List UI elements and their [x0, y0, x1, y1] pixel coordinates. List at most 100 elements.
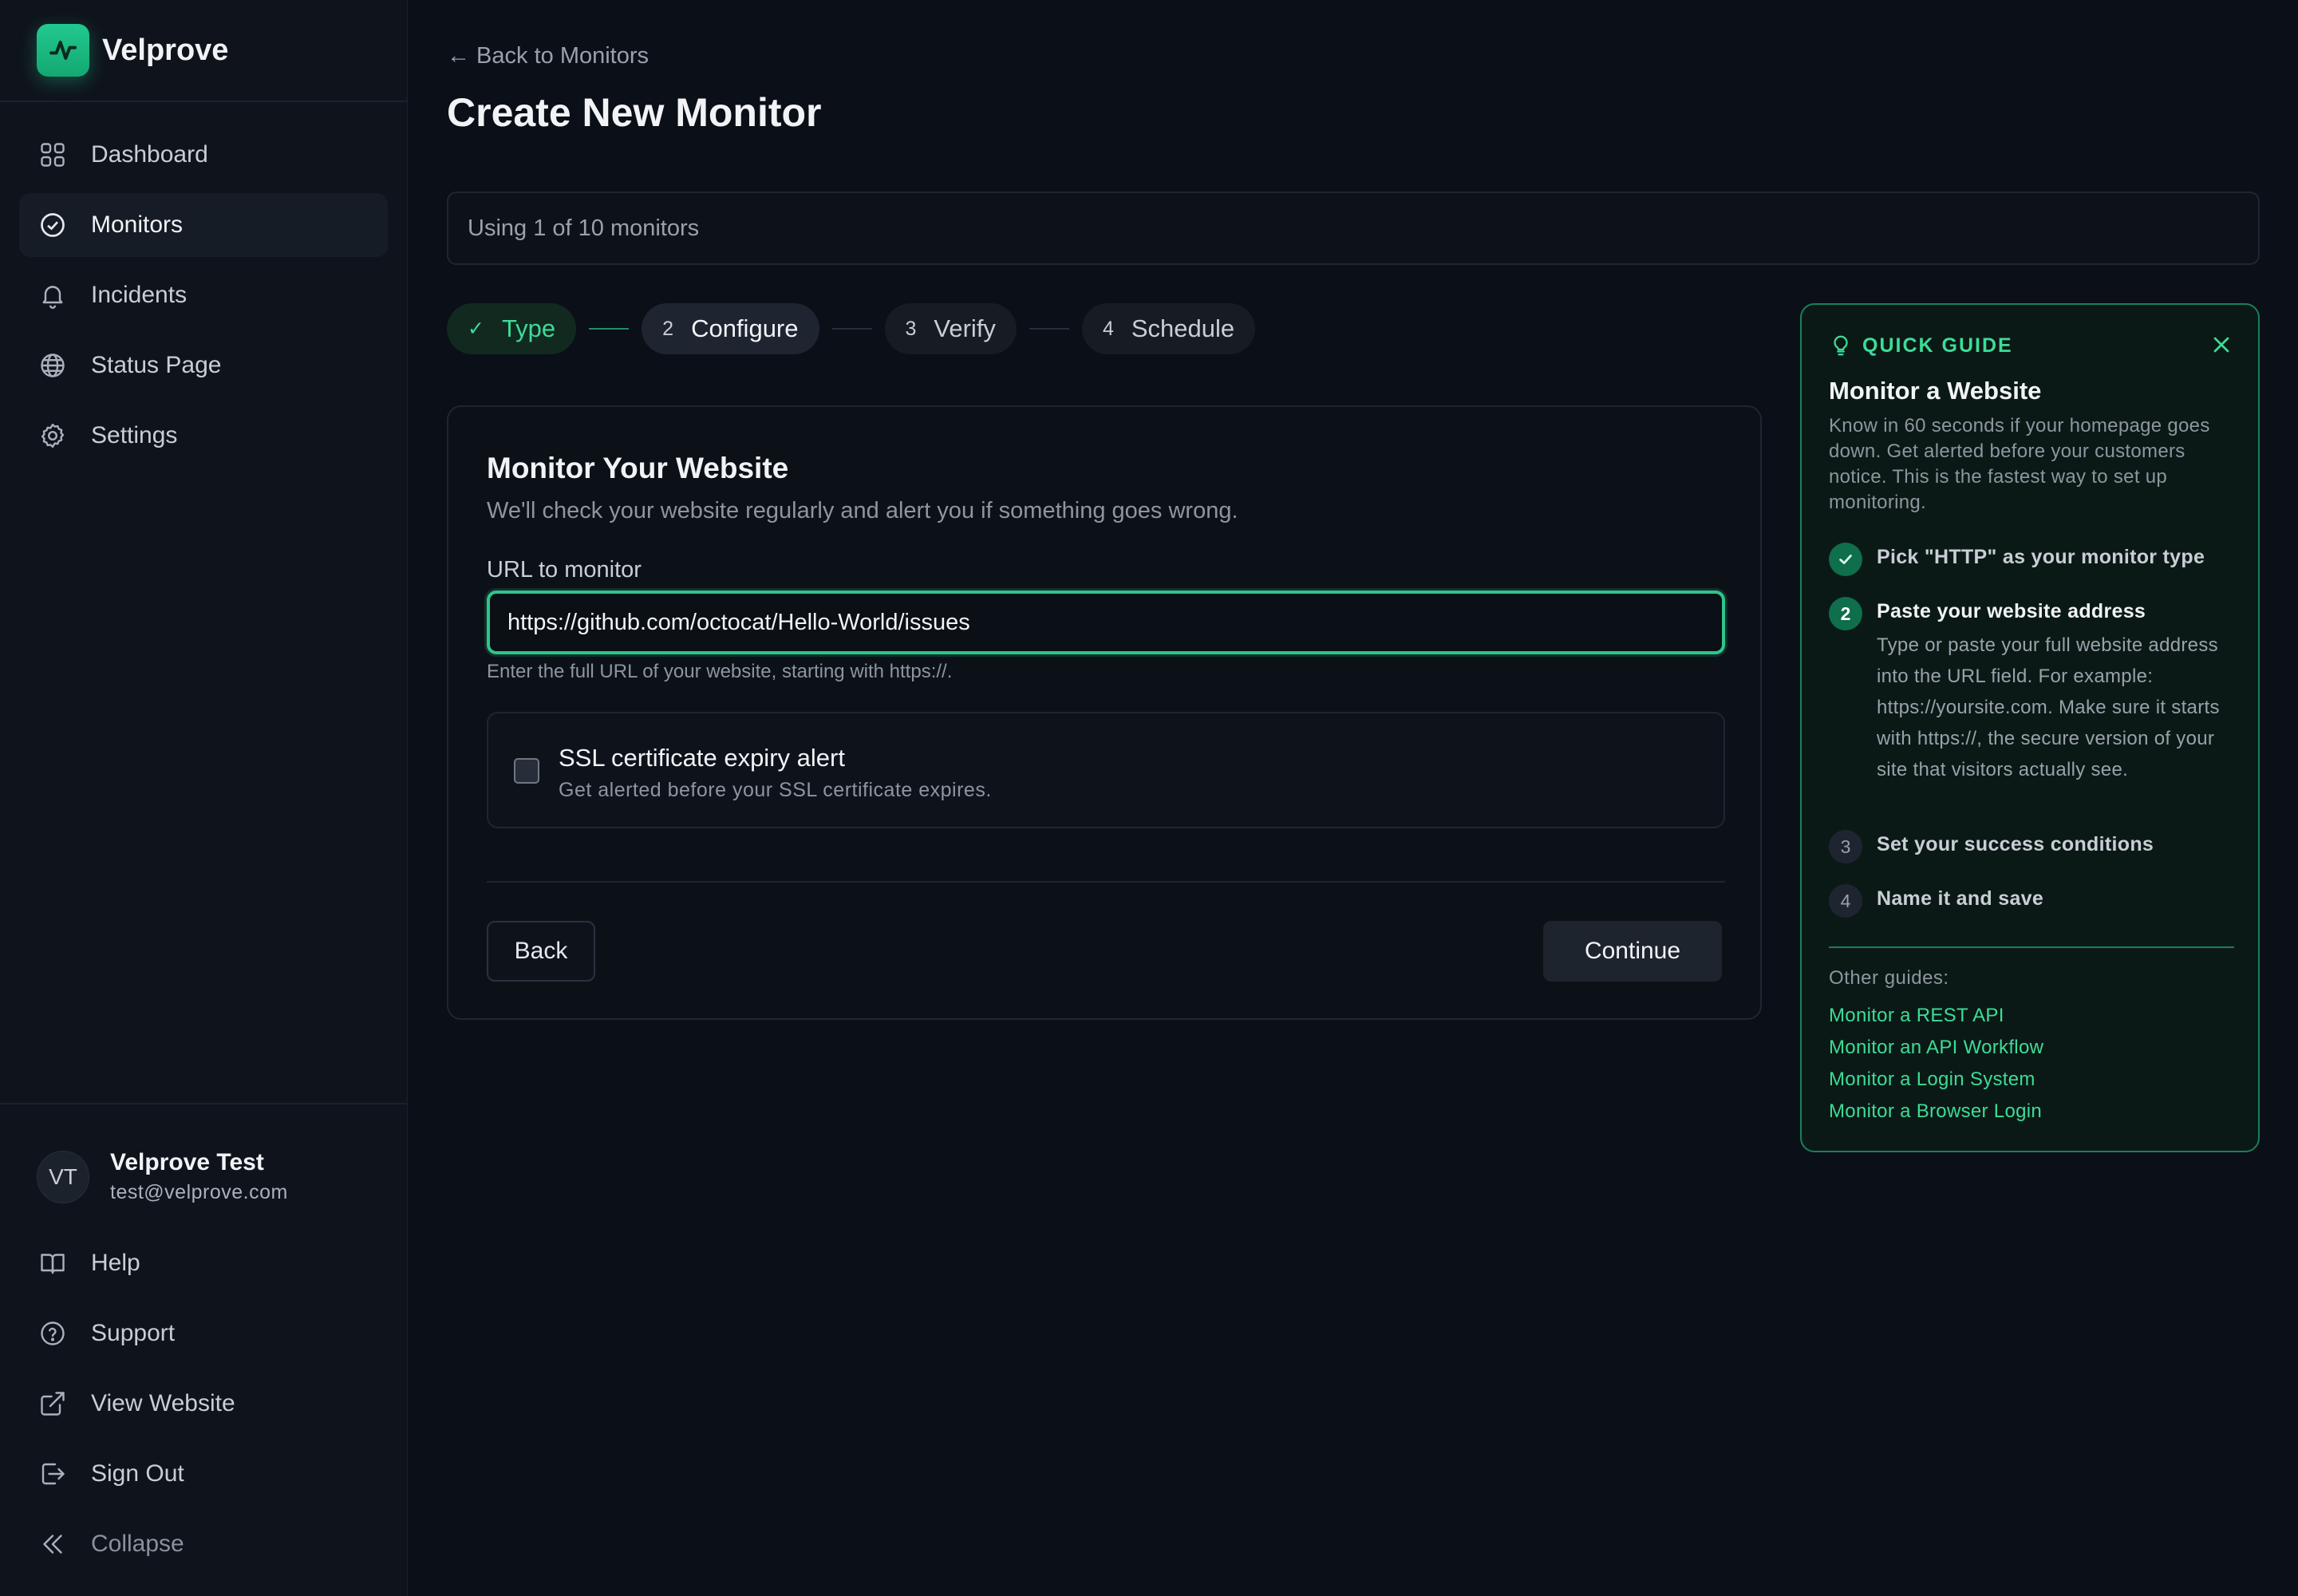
bell-icon: [38, 281, 67, 310]
guide-link-api-workflow[interactable]: Monitor an API Workflow: [1829, 1036, 2043, 1068]
step-number-badge: 3: [1829, 830, 1862, 863]
user-info: Velprove Test test@velprove.com: [110, 1149, 288, 1204]
grid-icon: [38, 140, 67, 169]
quick-guide-panel: QUICK GUIDE Monitor a Website Know in 60…: [1800, 303, 2260, 1152]
url-input[interactable]: [487, 591, 1725, 654]
stepper: ✓ Type 2 Configure 3 Verify 4 Schedule: [447, 303, 1256, 354]
user-email: test@velprove.com: [110, 1181, 288, 1203]
lightbulb-icon: [1829, 332, 1853, 359]
step-label: Verify: [934, 314, 996, 342]
card-subtitle: We'll check your website regularly and a…: [487, 498, 1238, 523]
pulse-logo-icon: [37, 24, 89, 77]
ssl-option-title: SSL certificate expiry alert: [559, 744, 845, 772]
check-circle-icon: [38, 211, 67, 239]
guide-step-text: Paste your website address Type or paste…: [1877, 597, 2228, 785]
help-link[interactable]: Help: [19, 1228, 388, 1298]
guide-link-rest-api[interactable]: Monitor a REST API: [1829, 1004, 2043, 1036]
guide-step-3: 3 Set your success conditions: [1829, 830, 2154, 863]
gear-icon: [38, 421, 67, 450]
sidebar-item-incidents[interactable]: Incidents: [19, 263, 388, 327]
guide-step-title: Pick "HTTP" as your monitor type: [1877, 546, 2205, 568]
ssl-checkbox[interactable]: [514, 758, 539, 784]
sidebar-nav: Dashboard Monitors Incidents Status Page…: [0, 102, 407, 468]
sidebar-item-label: Dashboard: [91, 141, 208, 168]
sidebar-item-dashboard[interactable]: Dashboard: [19, 123, 388, 187]
collapse-button[interactable]: Collapse: [19, 1509, 388, 1579]
guide-step-4: 4 Name it and save: [1829, 884, 2043, 918]
url-field-label: URL to monitor: [487, 557, 642, 583]
guide-link-login-system[interactable]: Monitor a Login System: [1829, 1068, 2043, 1100]
external-link-icon: [38, 1389, 67, 1418]
step-type[interactable]: ✓ Type: [447, 303, 577, 354]
guide-step-text: Name it and save: [1877, 884, 2043, 918]
guide-title: Monitor a Website: [1829, 377, 2042, 405]
guide-step-1: Pick "HTTP" as your monitor type: [1829, 543, 2205, 576]
sidebar-item-status-page[interactable]: Status Page: [19, 334, 388, 397]
sign-out-label: Sign Out: [91, 1460, 184, 1487]
chevrons-left-icon: [38, 1530, 67, 1558]
guide-link-browser-login[interactable]: Monitor a Browser Login: [1829, 1100, 2043, 1132]
globe-icon: [38, 351, 67, 380]
guide-step-text: Set your success conditions: [1877, 830, 2154, 863]
brand-name: Velprove: [102, 33, 229, 67]
step-connector: [589, 328, 630, 330]
step-verify[interactable]: 3 Verify: [884, 303, 1017, 354]
help-label: Help: [91, 1250, 140, 1276]
support-label: Support: [91, 1320, 176, 1346]
url-field-hint: Enter the full URL of your website, star…: [487, 661, 953, 682]
back-button[interactable]: Back: [487, 921, 595, 982]
check-icon: [1829, 543, 1862, 576]
step-connector: [1029, 328, 1069, 330]
ssl-option[interactable]: SSL certificate expiry alert Get alerted…: [487, 712, 1725, 828]
continue-button[interactable]: Continue: [1543, 921, 1722, 982]
sidebar-footer: VT Velprove Test test@velprove.com Help …: [0, 1103, 407, 1579]
step-number-badge: 4: [1829, 884, 1862, 918]
step-connector: [831, 328, 872, 330]
step-number-badge: 2: [1829, 597, 1862, 630]
sidebar-item-label: Settings: [91, 422, 178, 448]
other-guides-list: Monitor a REST API Monitor an API Workfl…: [1829, 1004, 2043, 1132]
sign-out-icon: [38, 1460, 67, 1488]
avatar: VT: [37, 1150, 89, 1203]
sidebar: Velprove Dashboard Monitors Incidents St…: [0, 0, 408, 1596]
guide-step-text: Pick "HTTP" as your monitor type: [1877, 543, 2205, 576]
step-schedule[interactable]: 4 Schedule: [1081, 303, 1256, 354]
sign-out-button[interactable]: Sign Out: [19, 1439, 388, 1509]
guide-step-title: Name it and save: [1877, 887, 2044, 910]
user-profile[interactable]: VT Velprove Test test@velprove.com: [19, 1149, 388, 1204]
close-icon[interactable]: [2209, 332, 2234, 358]
card-divider: [487, 881, 1725, 883]
guide-step-title: Paste your website address: [1877, 600, 2146, 622]
guide-step-detail: Type or paste your full website address …: [1877, 634, 2220, 780]
step-configure[interactable]: 2 Configure: [642, 303, 819, 354]
book-icon: [38, 1249, 67, 1278]
user-name: Velprove Test: [110, 1149, 264, 1175]
usage-banner: Using 1 of 10 monitors: [447, 192, 2260, 265]
guide-step-2: 2 Paste your website address Type or pas…: [1829, 597, 2228, 785]
usage-text: Using 1 of 10 monitors: [468, 215, 700, 241]
page-title: Create New Monitor: [447, 90, 822, 135]
view-website-label: View Website: [91, 1390, 235, 1416]
sidebar-item-label: Monitors: [91, 211, 184, 238]
step-label: Type: [501, 314, 556, 342]
step-label: Schedule: [1131, 314, 1235, 342]
check-icon: ✓: [468, 318, 484, 340]
back-to-monitors-link[interactable]: ← Back to Monitors: [447, 43, 649, 69]
view-website-link[interactable]: View Website: [19, 1369, 388, 1439]
sidebar-item-settings[interactable]: Settings: [19, 404, 388, 468]
help-circle-icon: [38, 1319, 67, 1348]
step-number: 2: [662, 317, 674, 340]
configure-card: Monitor Your Website We'll check your we…: [447, 405, 1762, 1020]
sidebar-item-monitors[interactable]: Monitors: [19, 193, 388, 257]
step-label: Configure: [691, 314, 799, 342]
guide-heading: QUICK GUIDE: [1862, 334, 2013, 357]
other-guides-label: Other guides:: [1829, 967, 1949, 989]
guide-header: QUICK GUIDE: [1829, 332, 2013, 359]
step-number: 3: [905, 317, 917, 340]
guide-description: Know in 60 seconds if your homepage goes…: [1829, 415, 2210, 513]
brand[interactable]: Velprove: [0, 0, 407, 102]
support-link[interactable]: Support: [19, 1298, 388, 1369]
guide-divider: [1829, 946, 2234, 948]
card-title: Monitor Your Website: [487, 452, 789, 484]
sidebar-item-label: Incidents: [91, 282, 188, 308]
